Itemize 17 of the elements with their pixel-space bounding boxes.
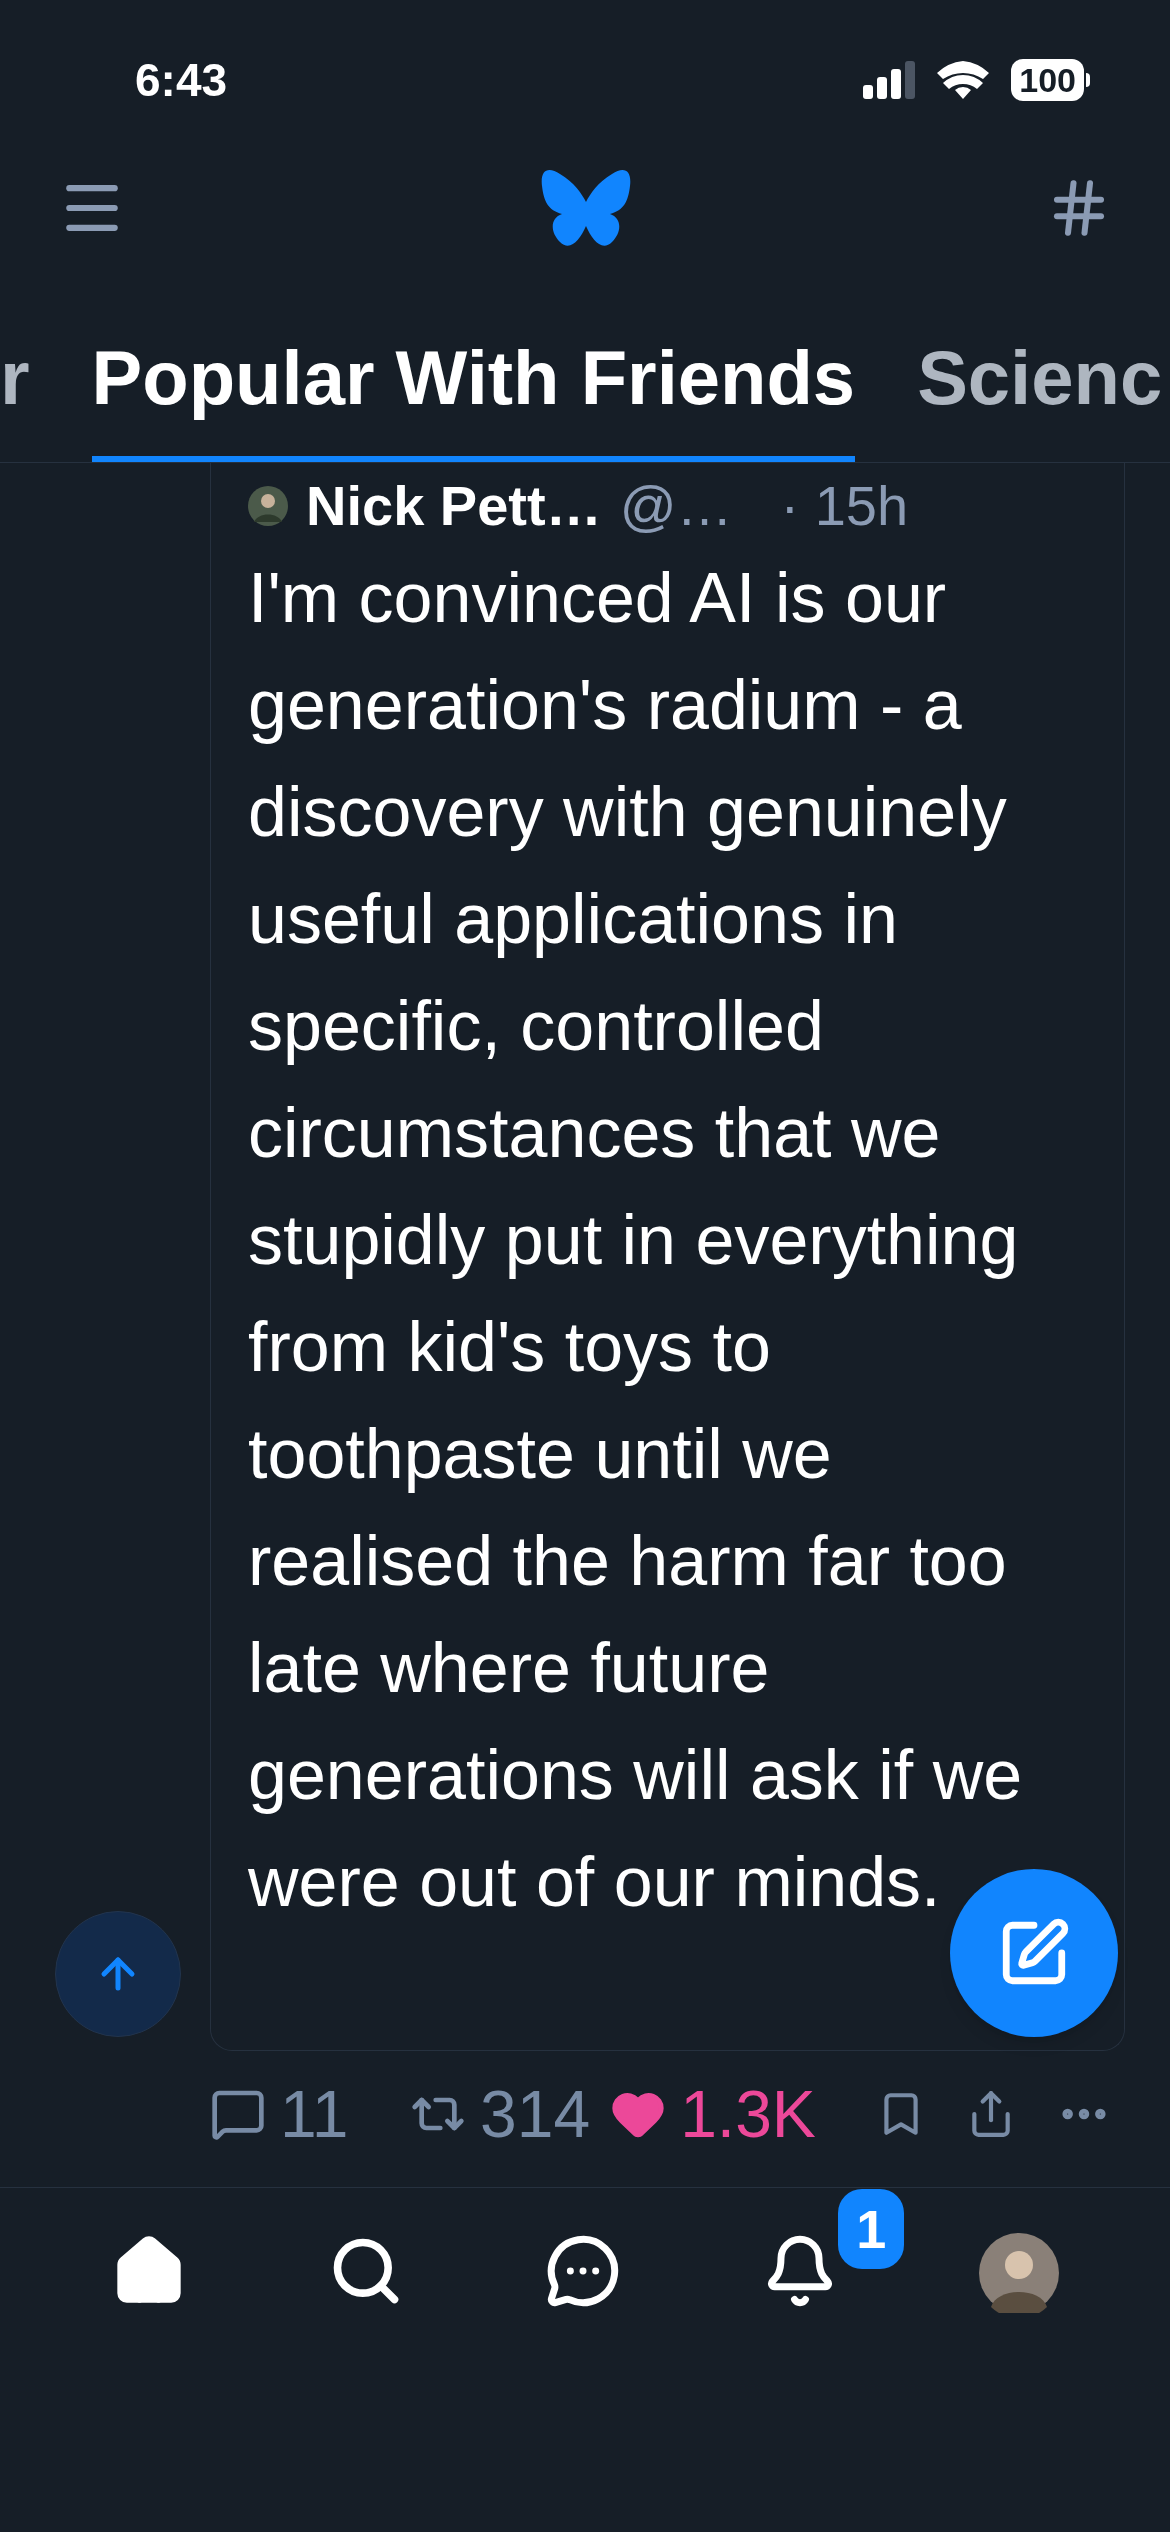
signal-icon (863, 61, 916, 99)
feed-tab[interactable]: Scienc (917, 330, 1163, 462)
battery-indicator: 100 (1011, 59, 1084, 101)
profile-avatar[interactable] (979, 2233, 1060, 2313)
feed-tab[interactable]: r (0, 330, 30, 462)
author-name[interactable]: Nick Pett… (306, 471, 602, 541)
author-handle: @… (619, 473, 733, 539)
status-time: 6:43 (135, 52, 228, 108)
feed-tab[interactable]: Popular With Friends (91, 330, 856, 462)
like-count: 1.3K (680, 2081, 816, 2147)
reply-count: 11 (280, 2081, 350, 2147)
wifi-icon (937, 61, 990, 99)
author-avatar (248, 486, 288, 526)
post-text: I'm convinced AI is our generation's radium - a discovery with genuinely useful applications in specific, controlled circumstances that we stupidly put in everything from kid's toys to toothpaste until we realised the harm far too late where future generations will ask if we were out of our minds. (248, 558, 1024, 1923)
repost-count: 314 (480, 2081, 591, 2147)
notification-badge: 1 (838, 2189, 905, 2269)
post-time: · 15h (780, 473, 909, 539)
